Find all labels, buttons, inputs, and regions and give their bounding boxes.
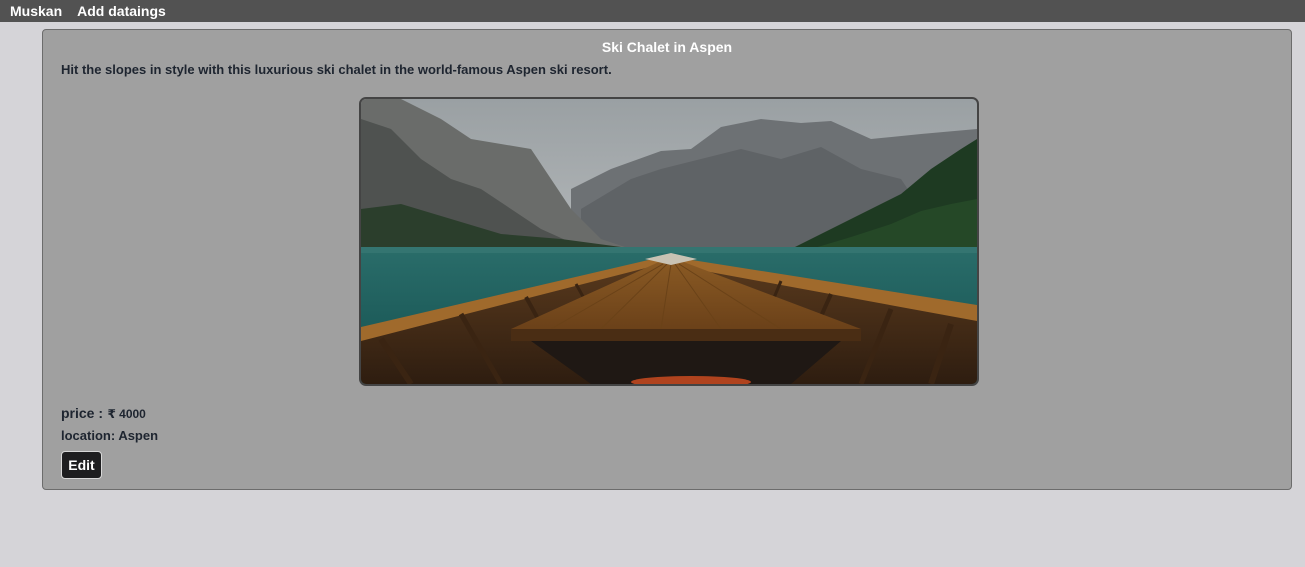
location-label: location: [61, 428, 116, 443]
location-value: Aspen [118, 428, 159, 443]
add-dataings-link[interactable]: Add dataings [77, 0, 166, 22]
brand-link[interactable]: Muskan [10, 0, 62, 22]
listing-photo [359, 97, 979, 386]
listing-title: Ski Chalet in Aspen [601, 39, 733, 55]
location-row: location: Aspen [61, 427, 158, 444]
listing-card: Ski Chalet in Aspen Hit the slopes in st… [42, 29, 1292, 490]
price-row: price : ₹ 4000 [61, 405, 146, 423]
edit-button[interactable]: Edit [61, 451, 102, 479]
price-label: price : [61, 405, 104, 421]
listing-description: Hit the slopes in style with this luxuri… [61, 62, 612, 77]
price-value: ₹ 4000 [107, 407, 146, 421]
top-navbar: Muskan Add dataings [0, 0, 1305, 22]
